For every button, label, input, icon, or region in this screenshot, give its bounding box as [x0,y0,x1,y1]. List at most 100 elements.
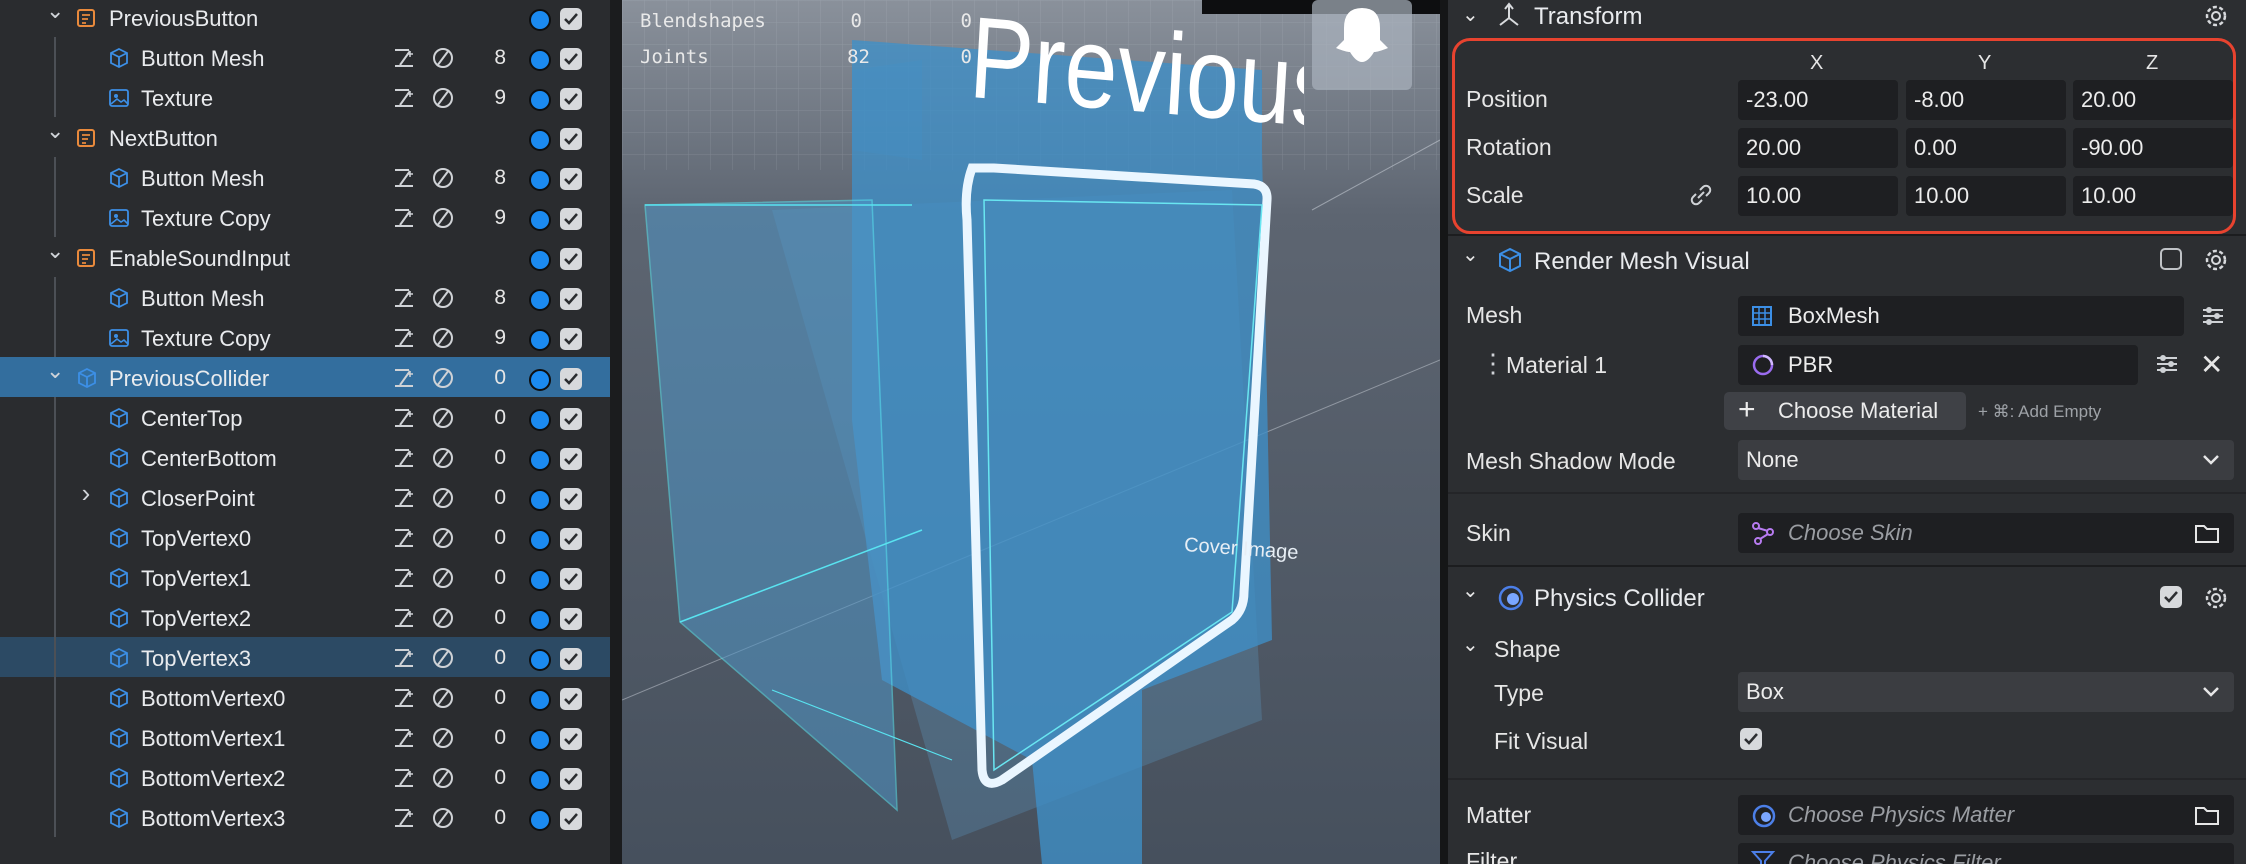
chevron-down-icon[interactable]: ⌄ [46,360,64,382]
layer-dot-icon[interactable] [529,409,551,431]
layer-tool-icon[interactable] [392,766,416,790]
layer-tool-icon[interactable] [392,446,416,470]
scene-viewport[interactable]: Blendshapes 0 0 Joints 82 0 Previous Cov… [622,0,1440,864]
physics-enabled-checkbox[interactable] [2160,586,2182,608]
enabled-checkbox[interactable] [560,368,582,390]
hierarchy-row[interactable]: Texture Copy 9 [0,197,610,237]
enabled-checkbox[interactable] [560,568,582,590]
enabled-checkbox[interactable] [560,408,582,430]
hierarchy-row[interactable]: ⌄ PreviousButton [0,0,610,37]
hierarchy-row[interactable]: CenterTop 0 [0,397,610,437]
enabled-checkbox[interactable] [560,808,582,830]
layer-tool-icon[interactable] [392,166,416,190]
remove-material-icon[interactable]: ✕ [2200,348,2223,381]
chevron-down-icon[interactable]: ⌄ [46,0,64,22]
enabled-checkbox[interactable] [560,648,582,670]
panel-splitter-inspector[interactable] [1440,0,1448,864]
gear-icon[interactable] [2202,246,2230,274]
hierarchy-row[interactable]: TopVertex1 0 [0,557,610,597]
gear-icon[interactable] [2202,584,2230,612]
layer-dot-icon[interactable] [529,289,551,311]
panel-splitter[interactable] [610,0,622,864]
hierarchy-row[interactable]: Texture 9 [0,77,610,117]
chevron-down-icon[interactable]: ⌄ [46,240,64,262]
layer-dot-icon[interactable] [529,9,551,31]
layer-tool-icon[interactable] [392,646,416,670]
visibility-off-icon[interactable] [431,566,455,590]
visibility-off-icon[interactable] [431,486,455,510]
hierarchy-row[interactable]: Button Mesh 8 [0,277,610,317]
visibility-off-icon[interactable] [431,686,455,710]
chevron-down-icon[interactable]: ⌄ [1462,632,1479,657]
enabled-checkbox[interactable] [560,488,582,510]
visibility-off-icon[interactable] [431,446,455,470]
fit-visual-checkbox[interactable] [1740,728,1762,750]
layer-dot-icon[interactable] [529,569,551,591]
enabled-checkbox[interactable] [560,688,582,710]
layer-tool-icon[interactable] [392,606,416,630]
layer-tool-icon[interactable] [392,406,416,430]
visibility-off-icon[interactable] [431,606,455,630]
visibility-off-icon[interactable] [431,406,455,430]
enabled-checkbox[interactable] [560,768,582,790]
visibility-off-icon[interactable] [431,86,455,110]
enabled-checkbox[interactable] [560,288,582,310]
visibility-off-icon[interactable] [431,326,455,350]
layer-tool-icon[interactable] [392,286,416,310]
enabled-checkbox[interactable] [560,168,582,190]
enabled-checkbox[interactable] [560,48,582,70]
layer-dot-icon[interactable] [529,169,551,191]
hierarchy-row[interactable]: BottomVertex3 0 [0,797,610,837]
layer-tool-icon[interactable] [392,526,416,550]
hierarchy-row[interactable]: ⌄ EnableSoundInput [0,237,610,277]
layer-tool-icon[interactable] [392,806,416,830]
type-dropdown[interactable]: Box [1738,672,2234,712]
drag-handle-icon[interactable]: ⋮ [1480,348,1506,379]
visibility-off-icon[interactable] [431,166,455,190]
layer-tool-icon[interactable] [392,206,416,230]
layer-dot-icon[interactable] [529,449,551,471]
sliders-icon[interactable] [2200,304,2226,328]
hierarchy-row[interactable]: TopVertex2 0 [0,597,610,637]
mesh-field[interactable]: BoxMesh [1738,296,2184,336]
hierarchy-row[interactable]: CenterBottom 0 [0,437,610,477]
enabled-checkbox[interactable] [560,608,582,630]
material-field[interactable]: PBR [1738,345,2138,385]
enabled-checkbox[interactable] [560,528,582,550]
visibility-off-icon[interactable] [431,766,455,790]
layer-dot-icon[interactable] [529,329,551,351]
layer-tool-icon[interactable] [392,566,416,590]
layer-dot-icon[interactable] [529,209,551,231]
layer-dot-icon[interactable] [529,609,551,631]
enabled-checkbox[interactable] [560,128,582,150]
folder-icon[interactable] [2194,804,2220,826]
layer-dot-icon[interactable] [529,129,551,151]
chevron-down-icon[interactable]: ⌄ [1462,2,1479,27]
hierarchy-row[interactable]: TopVertex0 0 [0,517,610,557]
layer-dot-icon[interactable] [529,649,551,671]
hierarchy-row[interactable]: Texture Copy 9 [0,317,610,357]
hierarchy-row[interactable]: ⌄ PreviousCollider 0 [0,357,610,397]
chevron-down-icon[interactable]: ⌄ [1462,578,1479,603]
layer-dot-icon[interactable] [529,89,551,111]
enabled-checkbox[interactable] [560,728,582,750]
layer-tool-icon[interactable] [392,366,416,390]
visibility-off-icon[interactable] [431,366,455,390]
layer-tool-icon[interactable] [392,486,416,510]
layer-tool-icon[interactable] [392,46,416,70]
layer-dot-icon[interactable] [529,49,551,71]
enabled-checkbox[interactable] [560,328,582,350]
hierarchy-row[interactable]: Button Mesh 8 [0,157,610,197]
choose-material-button[interactable]: + Choose Material [1724,392,1966,430]
enabled-checkbox[interactable] [560,248,582,270]
layer-tool-icon[interactable] [392,86,416,110]
visibility-off-icon[interactable] [431,46,455,70]
visibility-off-icon[interactable] [431,726,455,750]
hierarchy-row[interactable]: BottomVertex0 0 [0,677,610,717]
layer-dot-icon[interactable] [529,489,551,511]
skin-field[interactable]: Choose Skin [1738,513,2234,553]
gear-icon[interactable] [2202,2,2230,30]
layer-dot-icon[interactable] [529,769,551,791]
folder-icon[interactable] [2194,522,2220,544]
hierarchy-row[interactable]: BottomVertex1 0 [0,717,610,757]
